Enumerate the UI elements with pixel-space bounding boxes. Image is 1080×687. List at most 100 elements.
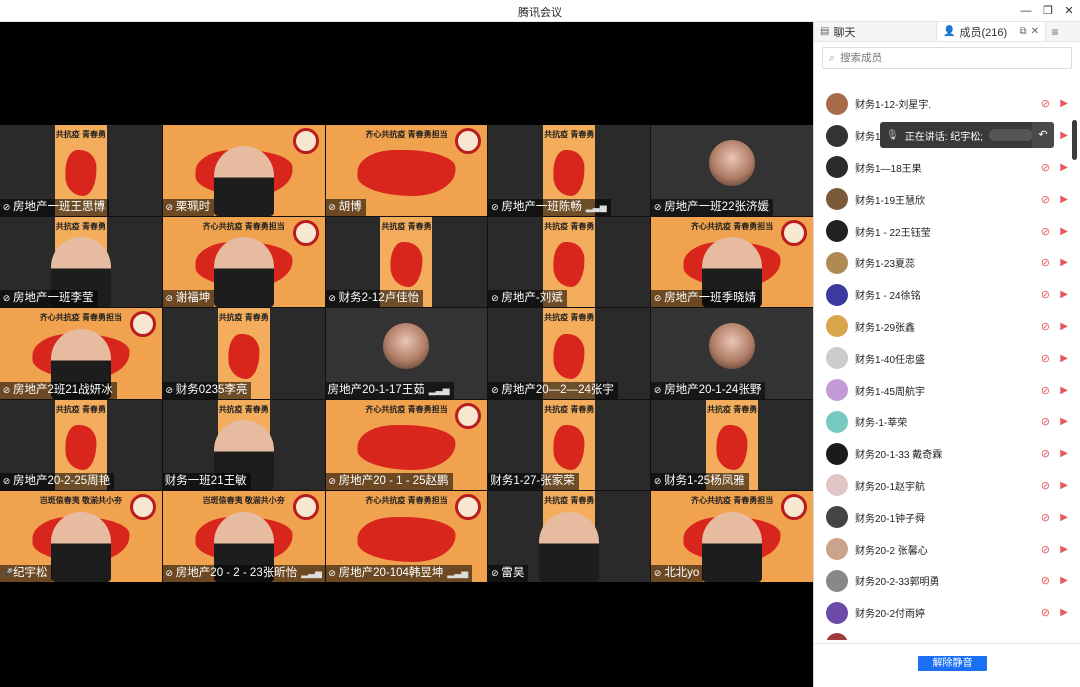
camera-off-icon[interactable]: ▶ [1060,162,1068,173]
mic-muted-icon[interactable]: ⊘ [1041,479,1050,492]
member-row[interactable]: 财务1-19王慧欣 ⊘ ▶ [814,183,1072,215]
tab-members[interactable]: 👤 成员(216) ⧉ ✕ [936,22,1046,41]
mic-muted-icon[interactable]: ⊘ [1041,352,1050,365]
participant-name-tag: ⊘ 北北yo [651,564,704,582]
video-tile[interactable]: 岂斑偯春夷 敬湔共小夯 🎤 纪宇松 [0,491,162,582]
maximize-button[interactable]: ❐ [1037,2,1059,20]
mic-muted-icon[interactable]: ⊘ [1041,288,1050,301]
camera-off-icon[interactable]: ▶ [1060,130,1068,141]
video-tile[interactable]: 共抗疫 青春勇 ⊘ 财务0235李亮 [162,308,325,399]
member-row[interactable]: 财务2-10刘某飞 ⊘ ▶ [814,629,1072,640]
mic-muted-icon: ⊘ [2,201,11,212]
tab-chat[interactable]: ▤ 聊天 [814,22,936,41]
camera-off-icon[interactable]: ▶ [1060,353,1068,364]
chat-icon: ▤ [820,26,830,37]
minimize-button[interactable]: — [1015,2,1037,20]
member-row[interactable]: 财务1-23夏蕊 ⊘ ▶ [814,247,1072,279]
participant-name-tag: ⊘ 房地产20—2—24张宇 [488,381,618,399]
camera-off-icon[interactable]: ▶ [1060,512,1068,523]
signal-icon: ▂▃▅ [585,201,607,212]
member-row[interactable]: 财务1 - 24徐铭 ⊘ ▶ [814,279,1072,311]
video-tile[interactable]: ⊘ 栗珮时 [162,125,325,216]
popout-icon[interactable]: ⧉ [1019,26,1026,37]
close-panel-icon[interactable]: ✕ [1031,26,1039,37]
mic-muted-icon[interactable]: ⊘ [1041,384,1050,397]
mic-muted-icon[interactable]: ⊘ [1041,256,1050,269]
menu-icon[interactable]: ≡ [1046,22,1064,41]
member-row[interactable]: 财务1-40任忠盛 ⊘ ▶ [814,342,1072,374]
camera-off-icon[interactable]: ▶ [1060,321,1068,332]
camera-off-icon[interactable]: ▶ [1060,385,1068,396]
video-tile[interactable]: 齐心共抗疫 青春勇担当 ⊘ 北北yo [651,491,813,582]
member-row[interactable]: 财务20-2 张馨心 ⊘ ▶ [814,533,1072,565]
member-row[interactable]: 财务20-1-33 戴奇霖 ⊘ ▶ [814,438,1072,470]
camera-off-icon[interactable]: ▶ [1060,639,1068,640]
video-tile[interactable]: 齐心共抗疫 青春勇担当 ⊘ 胡博 [325,125,488,216]
video-tile[interactable]: 共抗疫 青春勇 ⊘ 房地产一班李莹 [0,216,162,308]
member-row[interactable]: 财务1—18王果 ⊘ ▶ [814,152,1072,184]
video-tile[interactable]: 共抗疫 青春勇 财务1-27-张家荣 [488,399,651,491]
video-tile[interactable]: 共抗疫 青春勇 ⊘ 财务2-12卢佳怡 [325,216,488,308]
mic-muted-icon[interactable]: ⊘ [1041,447,1050,460]
video-tile[interactable]: 共抗疫 青春勇 财务一班21王敏 [162,399,325,491]
camera-off-icon[interactable]: ▶ [1060,544,1068,555]
participant-name-tag: 财务一班21王敏 [162,473,251,491]
camera-off-icon[interactable]: ▶ [1060,480,1068,491]
participant-name-tag: ⊘ 房地产一班李莹 [0,290,98,308]
mic-muted-icon[interactable]: ⊘ [1041,638,1050,640]
mic-muted-icon[interactable]: ⊘ [1041,225,1050,238]
member-row[interactable]: 财务20-2付雨婷 ⊘ ▶ [814,597,1072,629]
close-button[interactable]: ✕ [1058,2,1080,20]
mic-muted-icon: ⊘ [653,476,662,487]
camera-off-icon[interactable]: ▶ [1060,416,1068,427]
unmute-all-button[interactable]: 解除静音 [918,656,987,671]
member-row[interactable]: 财务1-12-刘星宇. ⊘ ▶ [814,88,1072,120]
video-tile[interactable]: 齐心共抗疫 青春勇担当 ⊘ 房地产2班21战妍冰 [0,308,162,399]
video-tile[interactable]: 共抗疫 青春勇 ⊘ 房地产一班陈畅 ▂▃▅ [488,125,651,216]
member-row[interactable]: 财务20-1赵宇航 ⊘ ▶ [814,470,1072,502]
video-tile[interactable]: 共抗疫 青春勇 ⊘ 雷昊 [488,491,651,582]
video-tile[interactable]: 共抗疫 青春勇 ⊘ 房地产20-2-25周艳 [0,399,162,491]
video-tile[interactable]: 共抗疫 青春勇 ⊘ 财务1-25杨凤雅 [651,399,813,491]
search-input[interactable] [840,52,1041,64]
return-icon[interactable]: ↶ [1032,122,1054,148]
member-row[interactable]: 财务1 - 22王钰莹 ⊘ ▶ [814,215,1072,247]
camera-off-icon[interactable]: ▶ [1060,98,1068,109]
camera-off-icon[interactable]: ▶ [1060,289,1068,300]
mic-muted-icon[interactable]: ⊘ [1041,543,1050,556]
member-list-scrollbar[interactable] [1072,120,1077,160]
mic-muted-icon: 🎙 [886,129,899,141]
camera-off-icon[interactable]: ▶ [1060,607,1068,618]
camera-off-icon[interactable]: ▶ [1060,257,1068,268]
camera-off-icon[interactable]: ▶ [1060,575,1068,586]
mic-muted-icon[interactable]: ⊘ [1041,574,1050,587]
mic-muted-icon[interactable]: ⊘ [1041,97,1050,110]
video-tile[interactable]: 房地产20-1-17王茹 ▂▃▅ [325,308,488,399]
video-tile[interactable]: 齐心共抗疫 青春勇担当 ⊘ 房地产20-104韩昱坤 ▂▃▅ [325,491,488,582]
mic-muted-icon[interactable]: ⊘ [1041,511,1050,524]
video-tile[interactable]: 岂斑偯春夷 敬湔共小夯 ⊘ 房地产20 - 2 - 23张昕怡 ▂▃▅ [162,491,325,582]
video-tile[interactable]: 共抗疫 青春勇 ⊘ 房地产一班王思博 [0,125,162,216]
mic-muted-icon[interactable]: ⊘ [1041,415,1050,428]
video-tile[interactable]: 齐心共抗疫 青春勇担当 ⊘ 房地产20 - 1 - 25赵鹏 [325,399,488,491]
mic-muted-icon[interactable]: ⊘ [1041,320,1050,333]
video-tile[interactable]: 共抗疫 青春勇 ⊘ 房地产-刘斌 [488,216,651,308]
member-row[interactable]: 财务1-45周航宇 ⊘ ▶ [814,374,1072,406]
video-tile[interactable]: ⊘ 房地产一班22张济媛 [651,125,813,216]
mic-muted-icon[interactable]: ⊘ [1041,193,1050,206]
member-search[interactable]: ⌕ [822,47,1072,69]
camera-off-icon[interactable]: ▶ [1060,448,1068,459]
camera-off-icon[interactable]: ▶ [1060,194,1068,205]
member-row[interactable]: 财务1-29张鑫 ⊘ ▶ [814,311,1072,343]
camera-off-icon[interactable]: ▶ [1060,226,1068,237]
mic-muted-icon[interactable]: ⊘ [1041,161,1050,174]
video-tile[interactable]: ⊘ 房地产20-1-24张野 [651,308,813,399]
video-tile[interactable]: 齐心共抗疫 青春勇担当 ⊘ 房地产一班季晓婧 [651,216,813,308]
mic-muted-icon[interactable]: ⊘ [1041,606,1050,619]
member-row[interactable]: 财务20-2-33郭明勇 ⊘ ▶ [814,565,1072,597]
video-tile[interactable]: 共抗疫 青春勇 ⊘ 房地产20—2—24张宇 [488,308,651,399]
video-tile[interactable]: 齐心共抗疫 青春勇担当 ⊘ 谢福坤 [162,216,325,308]
speaker-wave [989,129,1034,141]
member-row[interactable]: 财务20-1钟子舜 ⊘ ▶ [814,501,1072,533]
member-row[interactable]: 财务-1-莘荣 ⊘ ▶ [814,406,1072,438]
